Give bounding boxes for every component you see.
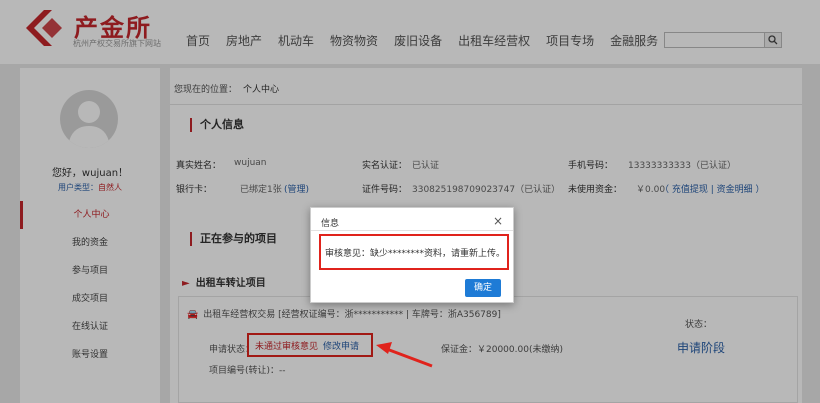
dialog-title: 信息 [321,219,340,229]
info-dialog: 信息 × 审核意见：缺少********资料，请重新上传。 确定 [310,207,514,303]
dialog-divider [311,230,513,231]
modal-overlay[interactable] [0,0,820,403]
dialog-message: 审核意见：缺少********资料，请重新上传。 [319,234,509,270]
close-icon[interactable]: × [493,214,503,228]
confirm-button[interactable]: 确定 [465,279,501,297]
